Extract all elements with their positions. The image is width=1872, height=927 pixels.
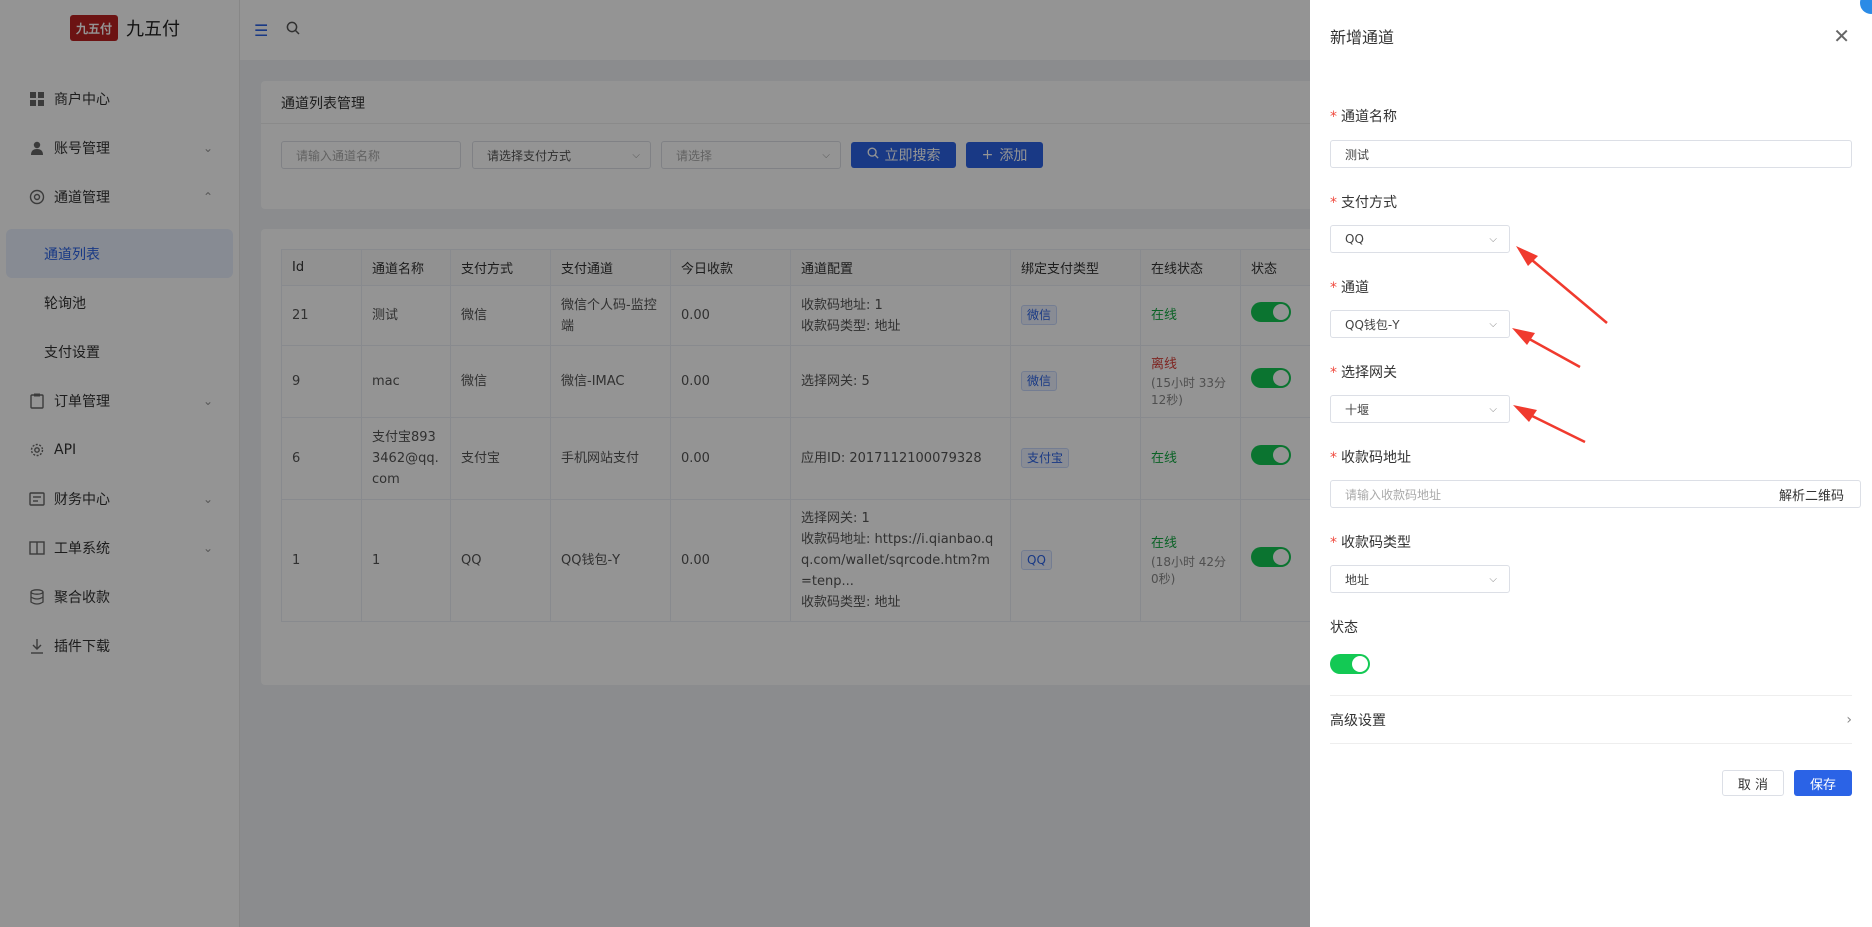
cancel-button[interactable]: 取 消	[1722, 770, 1784, 796]
qr-type-label-text: 收款码类型	[1341, 535, 1411, 551]
advanced-settings-row[interactable]: 高级设置 ›	[1330, 695, 1852, 744]
modal-overlay[interactable]	[0, 0, 1310, 927]
pay-method-label-text: 支付方式	[1341, 195, 1397, 211]
close-icon[interactable]: ✕	[1833, 24, 1850, 48]
status-toggle[interactable]	[1330, 654, 1370, 674]
required-mark: *	[1330, 280, 1337, 296]
gateway-value: 十堰	[1345, 402, 1370, 417]
chevron-down-icon: ⌵	[1489, 403, 1497, 415]
chevron-down-icon: ⌵	[1489, 573, 1497, 585]
qr-type-select[interactable]: 地址 ⌵	[1330, 565, 1510, 593]
channel-name-label: * 通道名称	[1330, 106, 1397, 126]
required-mark: *	[1330, 195, 1337, 211]
gateway-select[interactable]: 十堰 ⌵	[1330, 395, 1510, 423]
qr-type-label: * 收款码类型	[1330, 532, 1411, 552]
channel-label-text: 通道	[1341, 280, 1369, 296]
chevron-right-icon: ›	[1846, 711, 1852, 728]
status-label: 状态	[1330, 620, 1358, 636]
channel-select[interactable]: QQ钱包-Y ⌵	[1330, 310, 1510, 338]
parse-qr-button[interactable]: 解析二维码	[1763, 480, 1861, 508]
gateway-label-text: 选择网关	[1341, 365, 1397, 381]
pay-method-value: QQ	[1345, 232, 1364, 246]
required-mark: *	[1330, 450, 1337, 466]
save-button[interactable]: 保存	[1794, 770, 1852, 796]
qr-type-value: 地址	[1345, 572, 1370, 587]
required-mark: *	[1330, 109, 1337, 125]
channel-label: * 通道	[1330, 277, 1369, 297]
required-mark: *	[1330, 535, 1337, 551]
gateway-label: * 选择网关	[1330, 362, 1397, 382]
qr-url-label: * 收款码地址	[1330, 447, 1411, 467]
channel-name-label-text: 通道名称	[1341, 109, 1397, 125]
advanced-settings-label: 高级设置	[1330, 712, 1386, 729]
channel-value: QQ钱包-Y	[1345, 317, 1400, 332]
qr-url-label-text: 收款码地址	[1341, 450, 1411, 466]
add-channel-drawer: 新增通道 ✕ * 通道名称 测试 * 支付方式 QQ ⌵ * 通道 QQ钱包-Y ⌵ …	[1310, 0, 1872, 927]
chevron-down-icon: ⌵	[1489, 318, 1497, 330]
pay-method-select[interactable]: QQ ⌵	[1330, 225, 1510, 253]
corner-indicator	[1860, 0, 1872, 14]
channel-name-field[interactable]: 测试	[1330, 140, 1852, 168]
chevron-down-icon: ⌵	[1489, 233, 1497, 245]
required-mark: *	[1330, 365, 1337, 381]
qr-url-input[interactable]: 请输入收款码地址	[1330, 480, 1764, 508]
pay-method-label: * 支付方式	[1330, 192, 1397, 212]
drawer-title: 新增通道	[1330, 28, 1395, 47]
